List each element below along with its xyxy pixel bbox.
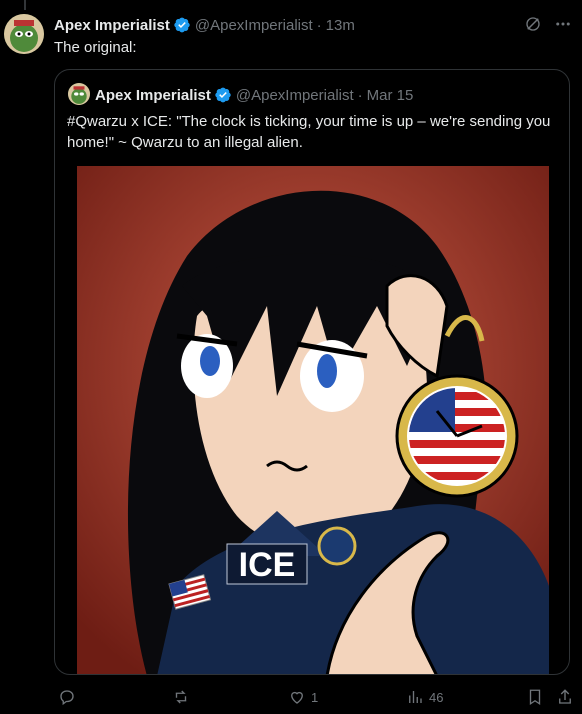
bookmark-button[interactable] (526, 688, 544, 706)
ice-patch-text: ICE (239, 546, 296, 584)
views-chart-icon (409, 691, 422, 703)
verified-badge-icon (215, 87, 231, 103)
thread-line (24, 0, 26, 10)
separator-dot: · (316, 16, 322, 34)
reply-button[interactable] (58, 688, 81, 706)
views-count: 46 (429, 689, 444, 705)
quoted-author-avatar (68, 83, 90, 105)
author-name[interactable]: Apex Imperialist (54, 17, 170, 34)
bookmark-icon (529, 689, 541, 706)
like-button[interactable]: 1 (288, 688, 318, 706)
quoted-author-name: Apex Imperialist (95, 86, 211, 104)
author-avatar[interactable] (4, 14, 44, 54)
separator-dot: · (357, 86, 363, 104)
quoted-post-date: Mar 15 (366, 86, 414, 104)
views-button[interactable]: 46 (406, 688, 443, 706)
quoted-post-card[interactable]: Apex Imperialist @ApexImperialist · Mar … (54, 69, 570, 675)
like-count: 1 (311, 689, 319, 705)
heart-icon (291, 691, 303, 704)
quoted-post-text: #Qwarzu x ICE: "The clock is ticking, yo… (67, 113, 551, 151)
verified-badge-icon (174, 17, 190, 33)
repost-button[interactable] (172, 688, 195, 706)
post-text: The original: (54, 39, 137, 56)
repost-icon (175, 690, 187, 704)
post-actions: 1 46 (54, 688, 582, 712)
share-button[interactable] (556, 688, 574, 706)
post-time[interactable]: 13m (326, 17, 355, 34)
more-options-icon[interactable] (554, 15, 572, 33)
post-header: Apex Imperialist @ApexImperialist · 13m (54, 14, 582, 36)
quoted-author-handle: @ApexImperialist (235, 86, 354, 104)
quoted-post-image[interactable]: ICE (77, 166, 549, 675)
author-handle[interactable]: @ApexImperialist (195, 17, 313, 34)
reply-icon (60, 690, 74, 706)
share-icon (559, 689, 571, 704)
grok-icon[interactable] (524, 15, 542, 33)
quoted-post-header: Apex Imperialist @ApexImperialist · Mar … (95, 84, 413, 106)
